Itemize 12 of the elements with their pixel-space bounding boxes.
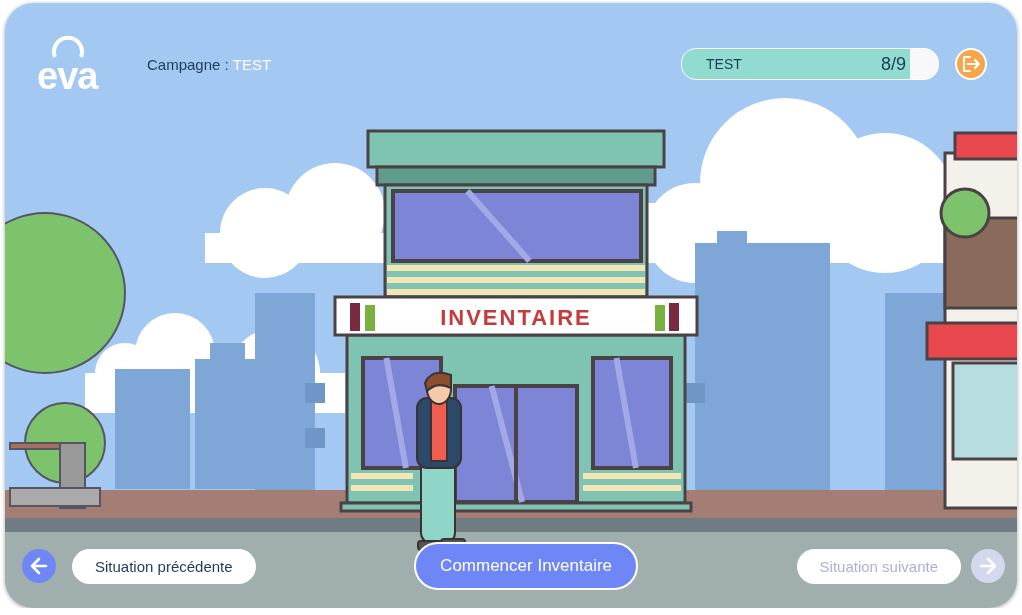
left-arrow-icon	[29, 556, 49, 576]
campaign-label: Campagne :	[147, 55, 229, 73]
exit-icon	[961, 55, 981, 73]
progress-label: TEST	[706, 56, 742, 72]
right-arrow-icon	[978, 556, 998, 576]
logo-arc-icon	[51, 33, 85, 59]
logo-text: eva	[37, 57, 98, 95]
start-inventory-button[interactable]: Commencer Inventaire	[414, 542, 639, 590]
campaign-name: TEST	[232, 55, 272, 73]
store-sign-text: INVENTAIRE	[440, 305, 592, 330]
progress-count: 8/9	[880, 54, 906, 75]
previous-situation-button[interactable]: Situation précédente	[72, 548, 256, 584]
